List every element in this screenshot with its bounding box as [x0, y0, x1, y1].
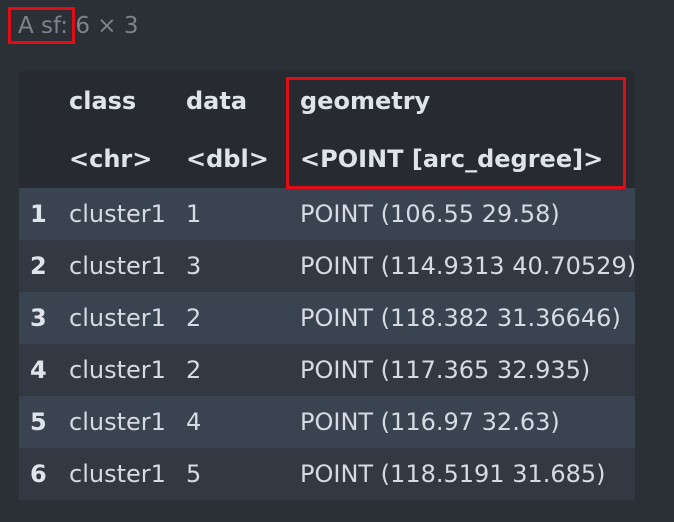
cell-geometry: POINT (114.9313 40.70529)	[300, 252, 637, 280]
cell-class: cluster1	[69, 460, 166, 488]
column-header-class[interactable]: class	[69, 86, 136, 116]
table-header: class data geometry <chr> <dbl> <POINT […	[19, 71, 635, 188]
cell-geometry: POINT (117.365 32.935)	[300, 356, 591, 384]
row-index: 1	[30, 200, 47, 228]
cell-data: 3	[186, 252, 202, 280]
column-header-geometry[interactable]: geometry	[300, 86, 430, 116]
cell-data: 2	[186, 304, 202, 332]
cell-class: cluster1	[69, 356, 166, 384]
cell-geometry: POINT (118.5191 31.685)	[300, 460, 606, 488]
cell-geometry: POINT (118.382 31.36646)	[300, 304, 621, 332]
row-index: 2	[30, 252, 47, 280]
table-row: 6 cluster1 5 POINT (118.5191 31.685)	[19, 448, 635, 500]
table-caption: A sf: 6 × 3	[18, 13, 139, 39]
cell-geometry: POINT (116.97 32.63)	[300, 408, 560, 436]
cell-data: 5	[186, 460, 202, 488]
cell-class: cluster1	[69, 252, 166, 280]
cell-geometry: POINT (106.55 29.58)	[300, 200, 560, 228]
cell-class: cluster1	[69, 408, 166, 436]
column-type-class: <chr>	[69, 145, 153, 173]
table-row: 4 cluster1 2 POINT (117.365 32.935)	[19, 344, 635, 396]
row-index: 3	[30, 304, 47, 332]
column-type-data: <dbl>	[186, 145, 269, 173]
cell-data: 1	[186, 200, 202, 228]
table-row: 5 cluster1 4 POINT (116.97 32.63)	[19, 396, 635, 448]
cell-data: 2	[186, 356, 202, 384]
table-row: 2 cluster1 3 POINT (114.9313 40.70529)	[19, 240, 637, 292]
cell-data: 4	[186, 408, 202, 436]
column-type-geometry: <POINT [arc_degree]>	[300, 145, 604, 173]
cell-class: cluster1	[69, 304, 166, 332]
data-table: class data geometry <chr> <dbl> <POINT […	[19, 71, 637, 501]
row-index: 4	[30, 356, 47, 384]
column-header-data[interactable]: data	[186, 86, 247, 116]
row-index: 6	[30, 460, 47, 488]
row-index: 5	[30, 408, 47, 436]
table-row: 1 cluster1 1 POINT (106.55 29.58)	[19, 188, 635, 240]
cell-class: cluster1	[69, 200, 166, 228]
table-row: 3 cluster1 2 POINT (118.382 31.36646)	[19, 292, 635, 344]
